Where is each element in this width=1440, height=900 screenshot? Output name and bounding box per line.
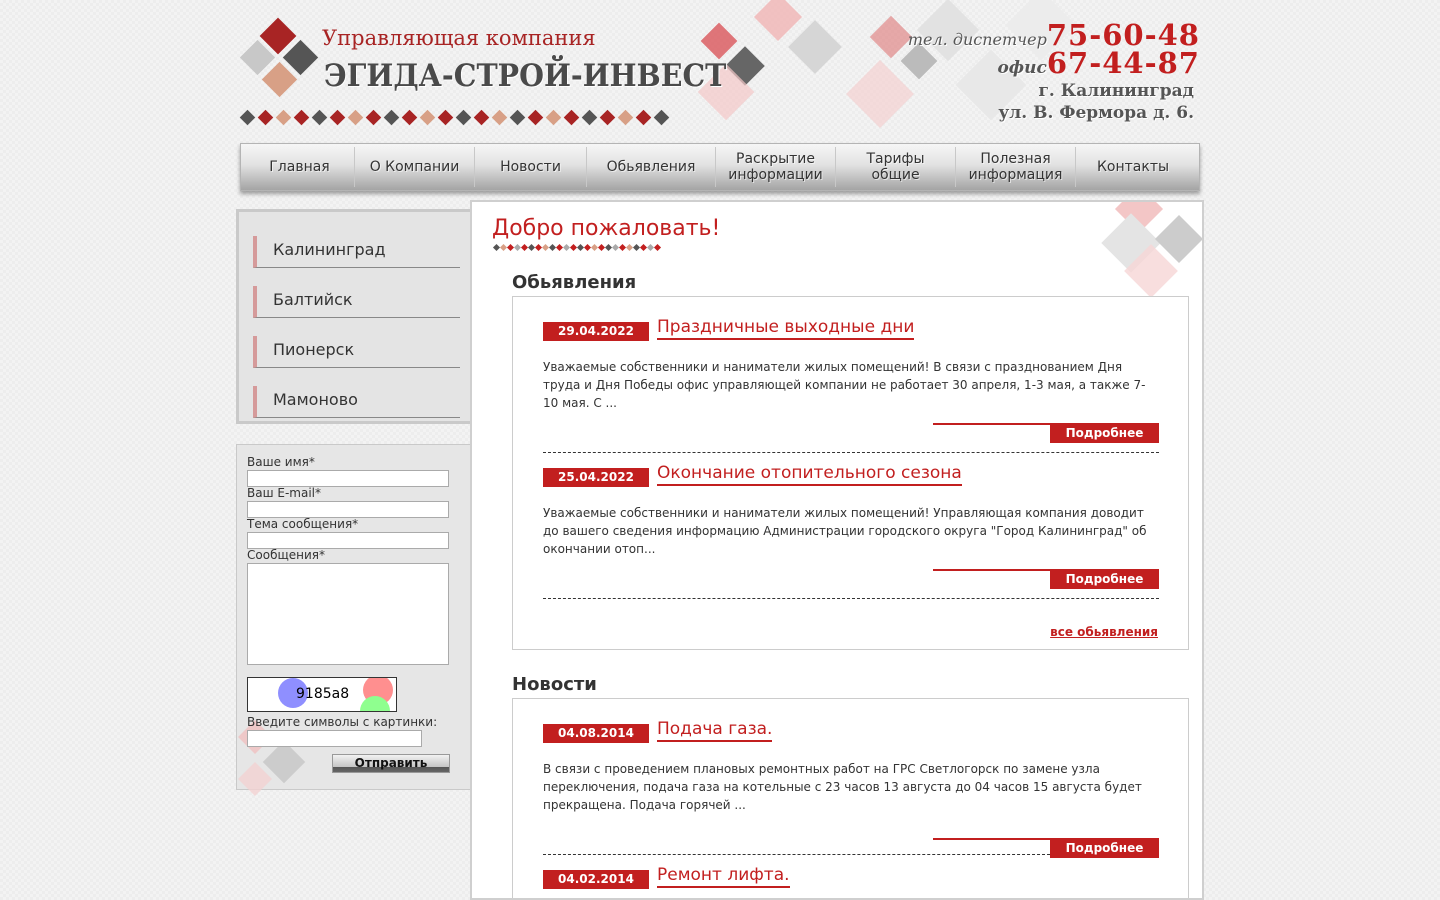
more-divider — [933, 838, 1051, 840]
decor-diamond — [788, 20, 842, 74]
more-button[interactable]: Подробнее — [1050, 423, 1159, 443]
item-separator — [543, 854, 1050, 855]
item-title-link[interactable]: Праздничные выходные дни — [657, 317, 915, 340]
announcements-box: 29.04.2022 Праздничные выходные дни Уваж… — [512, 296, 1189, 650]
item-date: 04.02.2014 — [543, 870, 649, 889]
submit-button[interactable]: Отправить — [332, 754, 450, 773]
name-label: Ваше имя* — [247, 455, 315, 469]
decor-diamond — [869, 15, 913, 59]
office-label: офис — [997, 58, 1047, 78]
announcements-heading: Обьявления — [512, 272, 637, 293]
item-excerpt: В связи с проведением плановых ремонтных… — [543, 762, 1142, 812]
main-content: Добро пожаловать! Обьявления 29.04.2022 … — [470, 200, 1204, 900]
item-separator — [543, 452, 1159, 453]
decor-diamond — [846, 60, 914, 128]
page-wrapper: Управляющая компания ЭГИДА-СТРОЙ-ИНВЕСТ … — [236, 0, 1204, 900]
subject-label: Тема сообщения* — [247, 517, 359, 531]
email-label: Ваш E-mail* — [247, 486, 322, 500]
header-address: ул. В. Фермора д. 6. — [998, 103, 1194, 123]
item-title-link[interactable]: Окончание отопительного сезона — [657, 463, 962, 486]
captcha-code: 9185a8 — [296, 686, 350, 702]
city-menu: Калининград Балтийск Пионерск Мамоново — [236, 209, 470, 424]
item-date: 04.08.2014 — [543, 724, 649, 743]
nav-item-disclosure[interactable]: Раскрытие информации — [716, 147, 836, 187]
captcha-input[interactable] — [247, 730, 422, 747]
decor-diamond — [753, 0, 803, 42]
all-announcements-link[interactable]: все обьявления — [1050, 625, 1158, 639]
news-box: 04.08.2014 Подача газа. В связи с провед… — [512, 698, 1189, 898]
nav-item-contacts[interactable]: Контакты — [1076, 147, 1190, 187]
captcha-image: 9185a8 — [247, 677, 397, 712]
page-title: Добро пожаловать! — [492, 216, 721, 241]
nav-item-home[interactable]: Главная — [245, 147, 355, 187]
feedback-form: Ваше имя* Ваш E-mail* Тема сообщения* Со… — [236, 444, 470, 796]
item-title-link[interactable]: Ремонт лифта. — [657, 865, 790, 888]
nav-item-tariffs[interactable]: Тарифы общие — [836, 147, 956, 187]
company-name: ЭГИДА-СТРОЙ-ИНВЕСТ — [324, 58, 727, 94]
more-button[interactable]: Подробнее — [1050, 838, 1159, 858]
city-item-pionersk[interactable]: Пионерск — [253, 336, 460, 368]
news-heading: Новости — [512, 674, 597, 695]
item-date: 25.04.2022 — [543, 468, 649, 487]
nav-item-about[interactable]: О Компании — [355, 147, 475, 187]
decor-diamond — [238, 762, 272, 796]
city-item-mamonovo[interactable]: Мамоново — [253, 386, 460, 418]
more-divider — [933, 569, 1051, 571]
more-button[interactable]: Подробнее — [1050, 569, 1159, 589]
email-input[interactable] — [247, 501, 449, 518]
nav-item-news[interactable]: Новости — [475, 147, 587, 187]
company-subtitle: Управляющая компания — [322, 26, 596, 50]
more-divider — [933, 423, 1051, 425]
item-excerpt: Уважаемые собственники и наниматели жилы… — [543, 360, 1146, 410]
message-textarea[interactable] — [247, 563, 449, 665]
nav-item-useful-info[interactable]: Полезная информация — [956, 147, 1076, 187]
main-nav: Главная О Компании Новости Обьявления Ра… — [240, 143, 1200, 191]
decorative-diamond-row — [239, 109, 670, 126]
item-title-link[interactable]: Подача газа. — [657, 719, 773, 742]
captcha-label: Введите символы с картинки: — [247, 715, 438, 729]
name-input[interactable] — [247, 470, 449, 487]
nav-item-announcements[interactable]: Обьявления — [587, 147, 716, 187]
city-item-kaliningrad[interactable]: Калининград — [253, 236, 460, 268]
title-diamond-row — [492, 243, 662, 252]
subject-input[interactable] — [247, 532, 449, 549]
item-date: 29.04.2022 — [543, 322, 649, 341]
office-phone[interactable]: 67-44-87 — [1047, 46, 1200, 80]
item-excerpt: Уважаемые собственники и наниматели жилы… — [543, 506, 1147, 556]
city-item-baltiysk[interactable]: Балтийск — [253, 286, 460, 318]
item-separator — [543, 598, 1159, 599]
site-header: Управляющая компания ЭГИДА-СТРОЙ-ИНВЕСТ … — [236, 0, 1204, 140]
header-contacts: тел. диспетчер75-60-48 офис67-44-87 г. К… — [908, 18, 1200, 124]
message-label: Сообщения* — [247, 548, 326, 562]
decor-diamond — [700, 22, 738, 60]
header-city: г. Калининград — [1038, 81, 1194, 101]
